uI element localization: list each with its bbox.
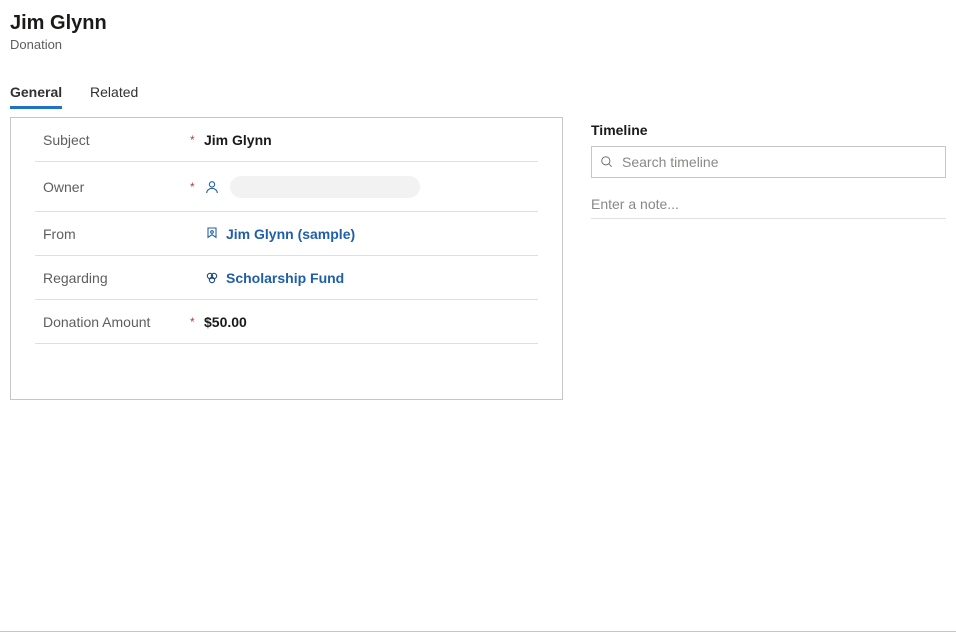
timeline-search-box[interactable] xyxy=(591,146,946,178)
from-label: From xyxy=(35,226,190,242)
owner-pill[interactable] xyxy=(230,176,420,198)
subject-label: Subject xyxy=(35,132,190,148)
page-title: Jim Glynn xyxy=(10,12,946,35)
entity-type-label: Donation xyxy=(10,37,946,52)
regarding-label: Regarding xyxy=(35,270,190,286)
from-value-link[interactable]: Jim Glynn (sample) xyxy=(226,226,355,242)
required-marker: * xyxy=(190,133,204,147)
timeline-title: Timeline xyxy=(591,122,946,138)
amount-value: $50.00 xyxy=(204,314,247,330)
field-row-from[interactable]: From Jim Glynn (sample) xyxy=(35,212,538,256)
amount-label: Donation Amount xyxy=(35,314,190,330)
timeline-search-input[interactable] xyxy=(622,154,937,170)
search-icon xyxy=(600,155,614,169)
field-row-regarding[interactable]: Regarding Scholarship Fund xyxy=(35,256,538,300)
field-row-amount[interactable]: Donation Amount * $50.00 xyxy=(35,300,538,344)
required-marker: * xyxy=(190,180,204,194)
required-marker: * xyxy=(190,315,204,329)
subject-value: Jim Glynn xyxy=(204,132,272,148)
owner-label: Owner xyxy=(35,179,190,195)
person-icon xyxy=(204,179,220,195)
field-row-subject[interactable]: Subject * Jim Glynn xyxy=(35,118,538,162)
tab-related[interactable]: Related xyxy=(90,78,138,106)
field-row-owner[interactable]: Owner * xyxy=(35,162,538,212)
regarding-icon xyxy=(204,270,220,286)
regarding-value-link[interactable]: Scholarship Fund xyxy=(226,270,344,286)
form-card-general: Subject * Jim Glynn Owner * From xyxy=(10,117,563,400)
timeline-panel: Timeline xyxy=(591,117,946,621)
tab-general[interactable]: General xyxy=(10,78,62,109)
contact-icon xyxy=(204,226,220,242)
tab-bar: General Related xyxy=(0,62,956,109)
timeline-note-input[interactable] xyxy=(591,190,946,219)
